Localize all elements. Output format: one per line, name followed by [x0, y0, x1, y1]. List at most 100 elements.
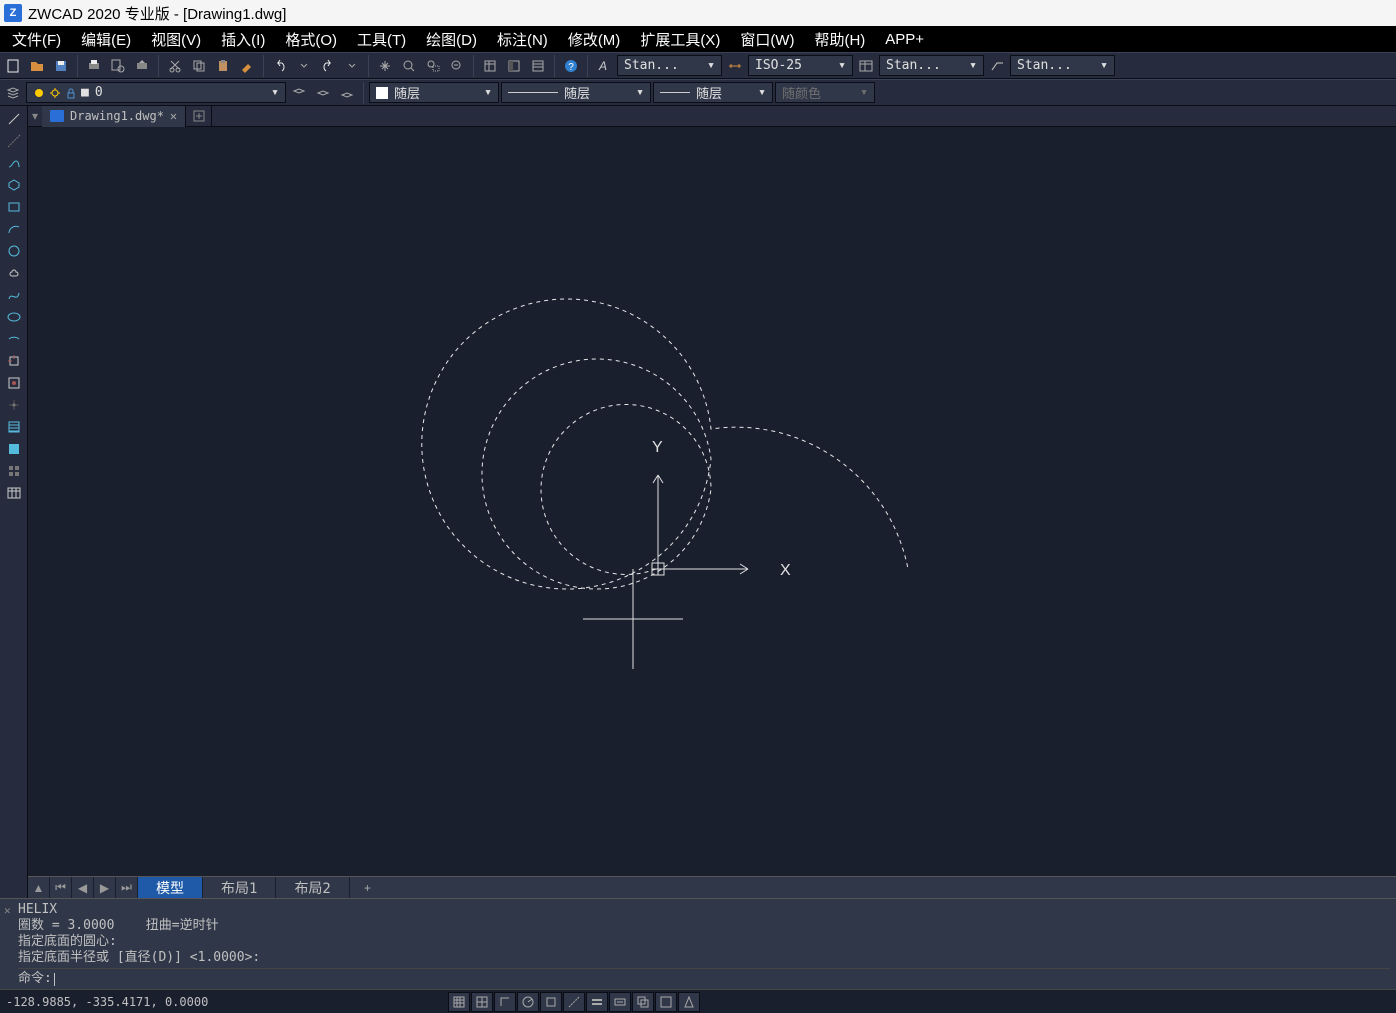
- menu-view[interactable]: 视图(V): [141, 26, 211, 53]
- publish-button[interactable]: [131, 55, 153, 77]
- coordinates-readout[interactable]: -128.9885, -335.4171, 0.0000: [6, 995, 208, 1009]
- pan-button[interactable]: [374, 55, 396, 77]
- layout2-tab[interactable]: 布局2: [276, 877, 349, 898]
- layer-isolate-button[interactable]: [312, 82, 334, 104]
- zoom-realtime-button[interactable]: [398, 55, 420, 77]
- redo-dropdown[interactable]: [341, 55, 363, 77]
- menu-app[interactable]: APP+: [875, 28, 934, 51]
- tab-next-button[interactable]: ▶: [94, 877, 116, 898]
- new-button[interactable]: [2, 55, 24, 77]
- snap-toggle[interactable]: [448, 992, 470, 1012]
- hatch-tool[interactable]: [3, 416, 25, 437]
- annoscale-toggle[interactable]: [678, 992, 700, 1012]
- model-toggle[interactable]: [655, 992, 677, 1012]
- otrack-toggle[interactable]: [563, 992, 585, 1012]
- design-center-button[interactable]: [503, 55, 525, 77]
- menu-file[interactable]: 文件(F): [2, 26, 71, 53]
- grid-toggle[interactable]: [471, 992, 493, 1012]
- plotstyle-dropdown[interactable]: 随颜色 ▾: [775, 82, 875, 103]
- layer-state-button[interactable]: [336, 82, 358, 104]
- xline-tool[interactable]: [3, 130, 25, 151]
- new-tab-button[interactable]: [186, 106, 212, 127]
- document-tab[interactable]: Drawing1.dwg* ✕: [42, 106, 186, 127]
- mleader-style-icon[interactable]: [986, 55, 1008, 77]
- table-tool[interactable]: [3, 482, 25, 503]
- matchprop-button[interactable]: [236, 55, 258, 77]
- zoom-previous-button[interactable]: [446, 55, 468, 77]
- tab-last-button[interactable]: ⏭: [116, 877, 138, 898]
- command-history-line: 圈数 = 3.0000 扭曲=逆时针: [18, 918, 1390, 934]
- line-tool[interactable]: [3, 108, 25, 129]
- tab-prev-button[interactable]: ◀: [72, 877, 94, 898]
- layer-manager-button[interactable]: [2, 82, 24, 104]
- table-style-dropdown[interactable]: Stan... ▾: [879, 55, 984, 76]
- gradient-tool[interactable]: [3, 438, 25, 459]
- rectangle-tool[interactable]: [3, 196, 25, 217]
- layer-dropdown[interactable]: ■ 0 ▾: [26, 82, 286, 103]
- menu-help[interactable]: 帮助(H): [804, 26, 875, 53]
- undo-dropdown[interactable]: [293, 55, 315, 77]
- text-style-dropdown[interactable]: Stan... ▾: [617, 55, 722, 76]
- cut-button[interactable]: [164, 55, 186, 77]
- print-button[interactable]: [83, 55, 105, 77]
- color-dropdown[interactable]: 随层 ▾: [369, 82, 499, 103]
- menu-window[interactable]: 窗口(W): [730, 26, 804, 53]
- open-button[interactable]: [26, 55, 48, 77]
- add-layout-button[interactable]: +: [350, 877, 385, 898]
- ellipse-tool[interactable]: [3, 306, 25, 327]
- layout1-tab[interactable]: 布局1: [203, 877, 276, 898]
- lwt-toggle[interactable]: [586, 992, 608, 1012]
- linetype-dropdown[interactable]: 随层 ▾: [501, 82, 651, 103]
- osnap-toggle[interactable]: [540, 992, 562, 1012]
- color-value: 随层: [394, 83, 420, 102]
- save-button[interactable]: [50, 55, 72, 77]
- insert-block-tool[interactable]: [3, 350, 25, 371]
- paste-button[interactable]: [212, 55, 234, 77]
- spline-tool[interactable]: [3, 284, 25, 305]
- revcloud-tool[interactable]: [3, 262, 25, 283]
- close-icon[interactable]: ✕: [170, 109, 177, 123]
- redo-button[interactable]: [317, 55, 339, 77]
- dim-style-dropdown[interactable]: ISO-25 ▾: [748, 55, 853, 76]
- dim-style-icon[interactable]: [724, 55, 746, 77]
- dyn-toggle[interactable]: [609, 992, 631, 1012]
- ellipse-arc-tool[interactable]: [3, 328, 25, 349]
- menu-express[interactable]: 扩展工具(X): [630, 26, 730, 53]
- ortho-toggle[interactable]: [494, 992, 516, 1012]
- polygon-tool[interactable]: [3, 174, 25, 195]
- make-block-tool[interactable]: [3, 372, 25, 393]
- menu-draw[interactable]: 绘图(D): [416, 26, 487, 53]
- lineweight-dropdown[interactable]: 随层 ▾: [653, 82, 773, 103]
- copy-button[interactable]: [188, 55, 210, 77]
- mleader-style-dropdown[interactable]: Stan... ▾: [1010, 55, 1115, 76]
- undo-button[interactable]: [269, 55, 291, 77]
- command-input[interactable]: 命令:: [18, 968, 1390, 987]
- menu-tools[interactable]: 工具(T): [347, 26, 416, 53]
- scroll-left-button[interactable]: ▲: [28, 877, 50, 898]
- region-tool[interactable]: [3, 460, 25, 481]
- tool-palette-button[interactable]: [527, 55, 549, 77]
- menu-modify[interactable]: 修改(M): [558, 26, 631, 53]
- menu-insert[interactable]: 插入(I): [211, 26, 275, 53]
- cycle-toggle[interactable]: [632, 992, 654, 1012]
- menu-edit[interactable]: 编辑(E): [71, 26, 141, 53]
- text-style-icon[interactable]: A: [593, 55, 615, 77]
- menu-dimension[interactable]: 标注(N): [487, 26, 558, 53]
- table-style-icon[interactable]: [855, 55, 877, 77]
- model-tab[interactable]: 模型: [138, 877, 203, 898]
- menu-format[interactable]: 格式(O): [275, 26, 347, 53]
- command-close-icon[interactable]: ✕: [4, 903, 11, 919]
- zoom-window-button[interactable]: [422, 55, 444, 77]
- properties-button[interactable]: [479, 55, 501, 77]
- layer-previous-button[interactable]: [288, 82, 310, 104]
- print-preview-button[interactable]: [107, 55, 129, 77]
- drawing-canvas[interactable]: X Y: [28, 127, 1396, 876]
- doc-tab-handle[interactable]: ▾: [28, 109, 42, 123]
- polyline-tool[interactable]: [3, 152, 25, 173]
- circle-tool[interactable]: [3, 240, 25, 261]
- tab-first-button[interactable]: ⏮: [50, 877, 72, 898]
- arc-tool[interactable]: [3, 218, 25, 239]
- point-tool[interactable]: [3, 394, 25, 415]
- polar-toggle[interactable]: [517, 992, 539, 1012]
- help-button[interactable]: ?: [560, 55, 582, 77]
